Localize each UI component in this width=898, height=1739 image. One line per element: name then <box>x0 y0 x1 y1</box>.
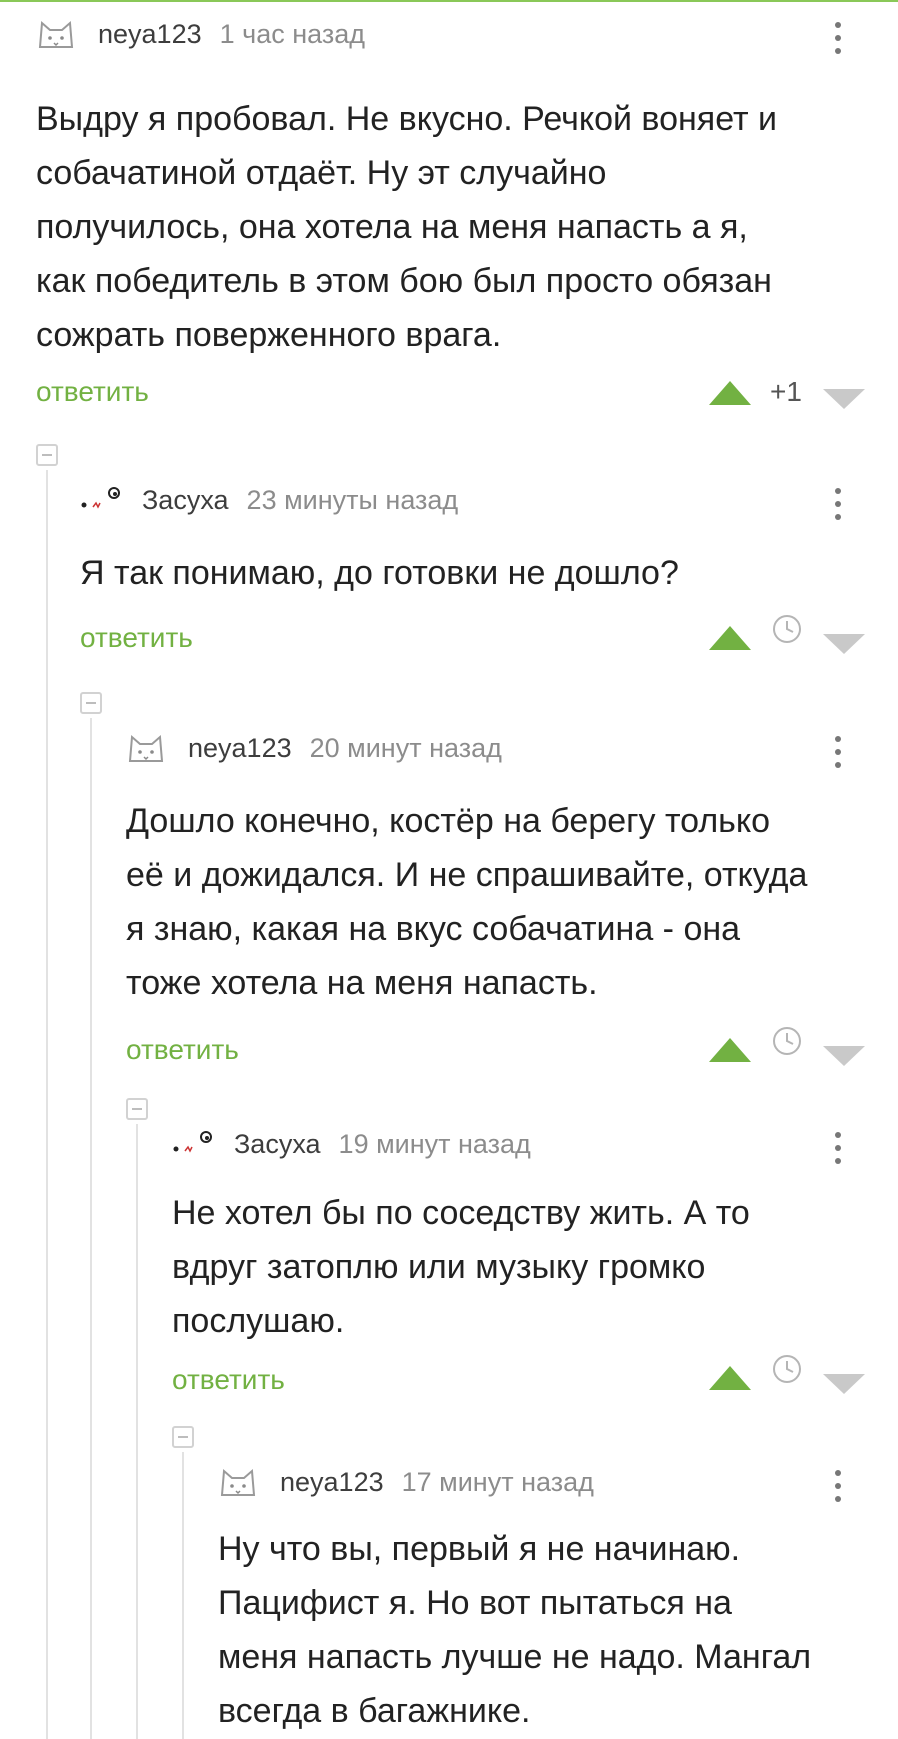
reply-button[interactable]: ответить <box>172 1364 285 1396</box>
username[interactable]: neya123 <box>188 733 292 764</box>
username[interactable]: Засуха <box>142 485 229 516</box>
triangle-up-icon[interactable] <box>709 1038 751 1062</box>
cat-avatar[interactable] <box>36 17 76 51</box>
thread-branch-line <box>46 470 48 1739</box>
more-vertical-icon[interactable] <box>828 484 848 524</box>
more-vertical-icon[interactable] <box>828 18 848 58</box>
comment-line: получилось, она хотела на меня напасть а… <box>36 208 748 246</box>
clock-icon[interactable] <box>772 614 802 644</box>
comment-header: neya123 20 минут назад <box>126 728 502 768</box>
comment-line: Пацифист я. Но вот пытаться на <box>218 1584 732 1622</box>
comment-line: я знаю, какая на вкус собачатина - она <box>126 910 741 948</box>
collapse-minus-icon[interactable] <box>80 692 102 714</box>
comment: neya123 17 минут назад Ну что вы, первый… <box>218 1462 898 1739</box>
thread-branch-line <box>182 1452 184 1739</box>
collapse-minus-icon[interactable] <box>36 444 58 466</box>
comment-header: neya123 17 минут назад <box>218 1462 594 1502</box>
triangle-up-icon[interactable] <box>709 381 751 405</box>
clock-icon[interactable] <box>772 1026 802 1056</box>
timestamp: 17 минут назад <box>401 1466 594 1497</box>
comment-line: Дошло конечно, костёр на берегу только <box>126 802 771 840</box>
cat-avatar[interactable] <box>126 731 166 765</box>
reply-button[interactable]: ответить <box>126 1034 239 1066</box>
timestamp: 19 минут назад <box>338 1128 531 1159</box>
comment-line: вдруг затоплю или музыку громко <box>172 1248 706 1286</box>
comment-line: меня напасть лучше не надо. Мангал <box>218 1638 812 1676</box>
reply-button[interactable]: ответить <box>36 376 149 408</box>
triangle-down-icon[interactable] <box>823 389 865 409</box>
more-vertical-icon[interactable] <box>828 1128 848 1168</box>
collapse-minus-icon[interactable] <box>172 1426 194 1448</box>
comment: Засуха 19 минут назад Не хотел бы по сос… <box>172 1124 898 1404</box>
triangle-up-icon[interactable] <box>709 626 751 650</box>
triangle-up-icon[interactable] <box>709 1366 751 1390</box>
username[interactable]: neya123 <box>98 19 202 50</box>
comment-line: Выдру я пробовал. Не вкусно. Речкой воня… <box>36 100 777 138</box>
comment-line: сожрать поверженного врага. <box>36 316 502 354</box>
comment-text: Не хотел бы по соседству жить. А то вдру… <box>172 1186 750 1348</box>
comment-line: всегда в багажнике. <box>218 1692 531 1730</box>
face-avatar[interactable] <box>172 1127 212 1161</box>
comment-line: послушаю. <box>172 1302 345 1340</box>
timestamp: 1 час назад <box>219 18 365 49</box>
more-vertical-icon[interactable] <box>828 732 848 772</box>
comment-line: собачатиной отдаёт. Ну эт случайно <box>36 154 607 192</box>
comment: neya123 1 час назад Выдру я пробовал. Не… <box>36 14 898 414</box>
comment-line: Я так понимаю, до готовки не дошло? <box>80 554 679 592</box>
comment-text: Я так понимаю, до готовки не дошло? <box>80 546 679 600</box>
face-avatar[interactable] <box>80 483 120 517</box>
thread-branch-line <box>136 1124 138 1739</box>
comment-header: Засуха 19 минут назад <box>172 1124 531 1164</box>
top-divider <box>0 0 898 2</box>
comment-header: neya123 1 час назад <box>36 14 365 54</box>
comment-header: Засуха 23 минуты назад <box>80 480 458 520</box>
comment-line: её и дожидался. И не спрашивайте, откуда <box>126 856 808 894</box>
thread-branch-line <box>90 718 92 1739</box>
reply-button[interactable]: ответить <box>80 622 193 654</box>
cat-avatar[interactable] <box>218 1465 258 1499</box>
score: +1 <box>770 376 802 407</box>
triangle-down-icon[interactable] <box>823 1046 865 1066</box>
username[interactable]: Засуха <box>234 1129 321 1160</box>
comment-text: Дошло конечно, костёр на берегу только е… <box>126 794 807 1010</box>
comment-line: Не хотел бы по соседству жить. А то <box>172 1194 750 1232</box>
timestamp: 20 минут назад <box>309 732 502 763</box>
comment-line: тоже хотела на меня напасть. <box>126 964 598 1002</box>
clock-icon[interactable] <box>772 1354 802 1384</box>
timestamp: 23 минуты назад <box>246 484 459 515</box>
triangle-down-icon[interactable] <box>823 1374 865 1394</box>
comment-line: Ну что вы, первый я не начинаю. <box>218 1530 741 1568</box>
collapse-minus-icon[interactable] <box>126 1098 148 1120</box>
comment-text: Выдру я пробовал. Не вкусно. Речкой воня… <box>36 92 777 362</box>
triangle-down-icon[interactable] <box>823 634 865 654</box>
comment: Засуха 23 минуты назад Я так понимаю, до… <box>80 480 898 680</box>
comment-line: как победитель в этом бою был просто обя… <box>36 262 772 300</box>
more-vertical-icon[interactable] <box>828 1466 848 1506</box>
username[interactable]: neya123 <box>280 1467 384 1498</box>
comment-text: Ну что вы, первый я не начинаю. Пацифист… <box>218 1522 811 1738</box>
comment: neya123 20 минут назад Дошло конечно, ко… <box>126 728 898 1078</box>
